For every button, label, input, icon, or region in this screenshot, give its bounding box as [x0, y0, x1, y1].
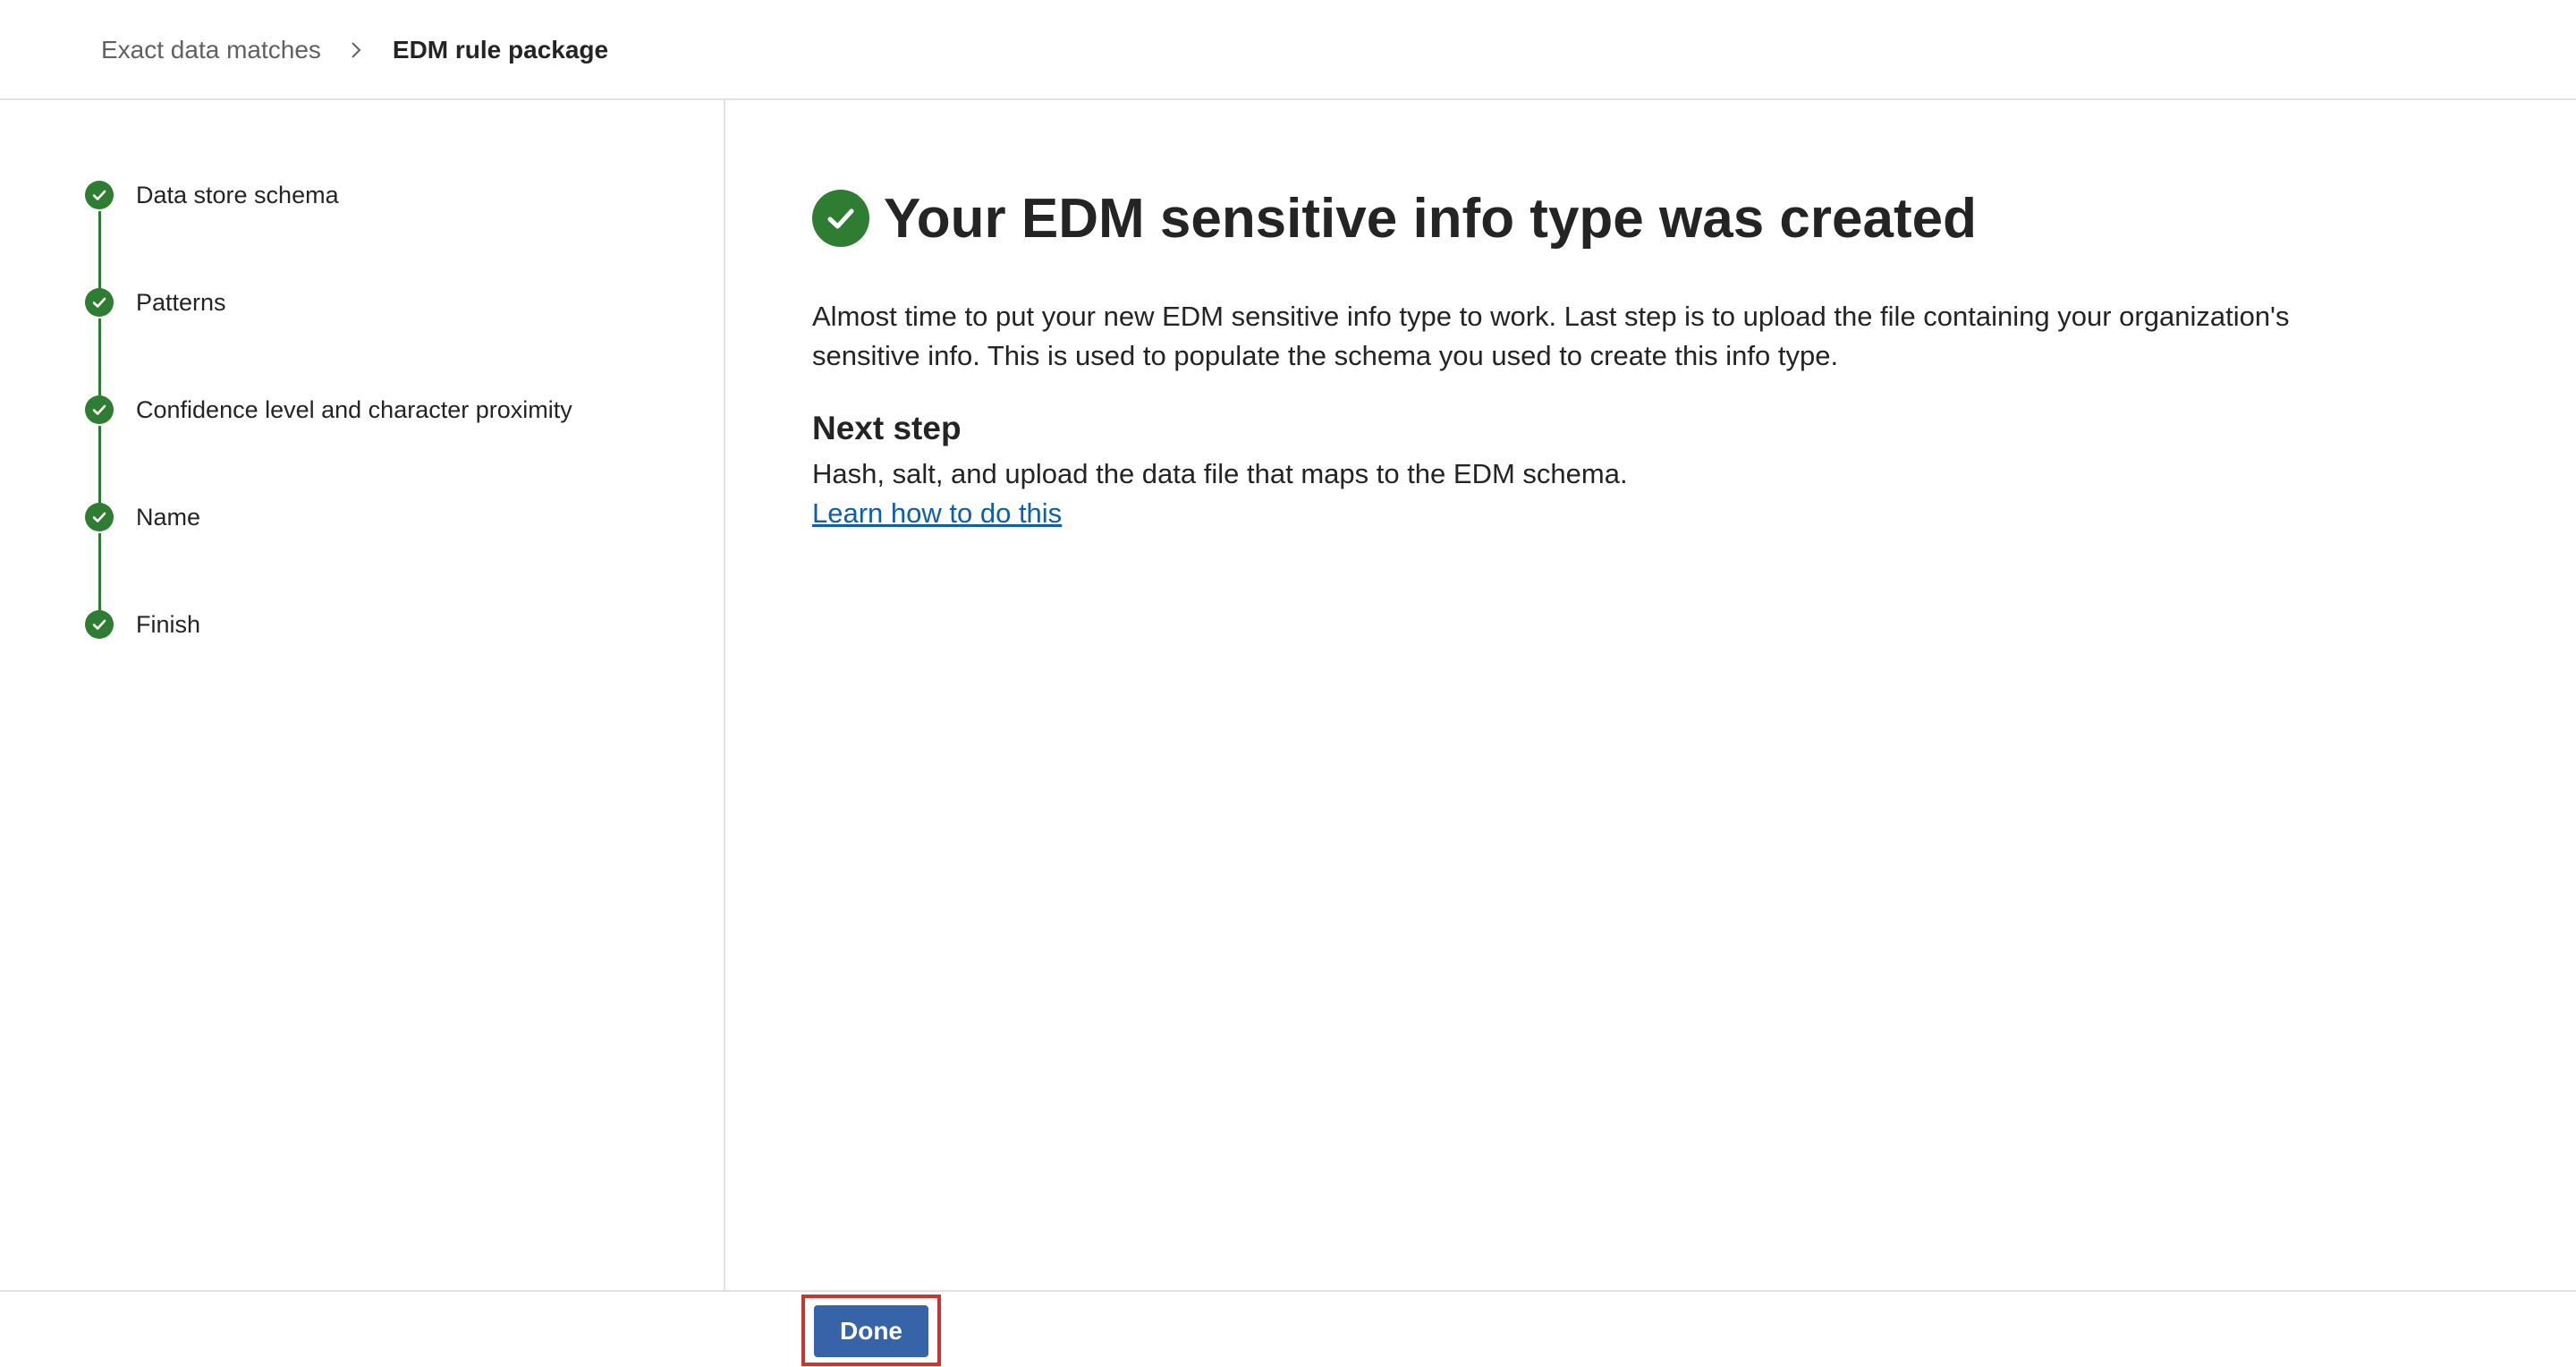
- breadcrumb-exact-data-matches[interactable]: Exact data matches: [101, 36, 321, 64]
- success-description: Almost time to put your new EDM sensitiv…: [812, 301, 2290, 371]
- step-label: Name: [136, 503, 201, 531]
- header: Exact data matches EDM rule package: [0, 0, 2576, 100]
- breadcrumb: Exact data matches EDM rule package: [101, 30, 608, 70]
- page-title-row: Your EDM sensitive info type was created: [812, 183, 1977, 254]
- step-name[interactable]: Name: [85, 501, 200, 533]
- step-connector: [98, 533, 101, 614]
- step-connector: [98, 426, 101, 506]
- checkmark-circle-icon: [85, 288, 114, 317]
- step-connector: [98, 318, 101, 399]
- step-connector: [98, 211, 101, 292]
- breadcrumb-edm-rule-package: EDM rule package: [392, 36, 609, 64]
- done-button-highlight: Done: [801, 1295, 941, 1366]
- step-label: Confidence level and character proximity: [136, 395, 572, 423]
- done-button[interactable]: Done: [814, 1305, 928, 1357]
- checkmark-circle-icon: [812, 190, 869, 247]
- learn-how-link[interactable]: Learn how to do this: [812, 494, 1062, 533]
- step-label: Finish: [136, 610, 201, 638]
- wizard-steps-panel: Data store schema Patterns Confidence le…: [0, 100, 725, 1290]
- footer: Done: [0, 1290, 2576, 1367]
- next-step-heading: Next step: [812, 410, 962, 446]
- checkmark-circle-icon: [85, 503, 114, 531]
- step-label: Data store schema: [136, 181, 339, 208]
- main-content: Your EDM sensitive info type was created…: [725, 100, 2576, 1290]
- checkmark-circle-icon: [85, 395, 114, 424]
- next-step-text: Hash, salt, and upload the data file tha…: [812, 458, 1628, 489]
- page-title: Your EDM sensitive info type was created: [884, 187, 1977, 250]
- step-label: Patterns: [136, 288, 226, 316]
- step-finish[interactable]: Finish: [85, 608, 200, 641]
- chevron-right-icon: [352, 42, 361, 58]
- checkmark-circle-icon: [85, 610, 114, 639]
- step-patterns[interactable]: Patterns: [85, 286, 226, 318]
- step-confidence-level[interactable]: Confidence level and character proximity: [85, 394, 572, 426]
- step-data-store-schema[interactable]: Data store schema: [85, 179, 339, 211]
- checkmark-circle-icon: [85, 181, 114, 209]
- wizard-page: Exact data matches EDM rule package Data…: [0, 0, 2576, 1367]
